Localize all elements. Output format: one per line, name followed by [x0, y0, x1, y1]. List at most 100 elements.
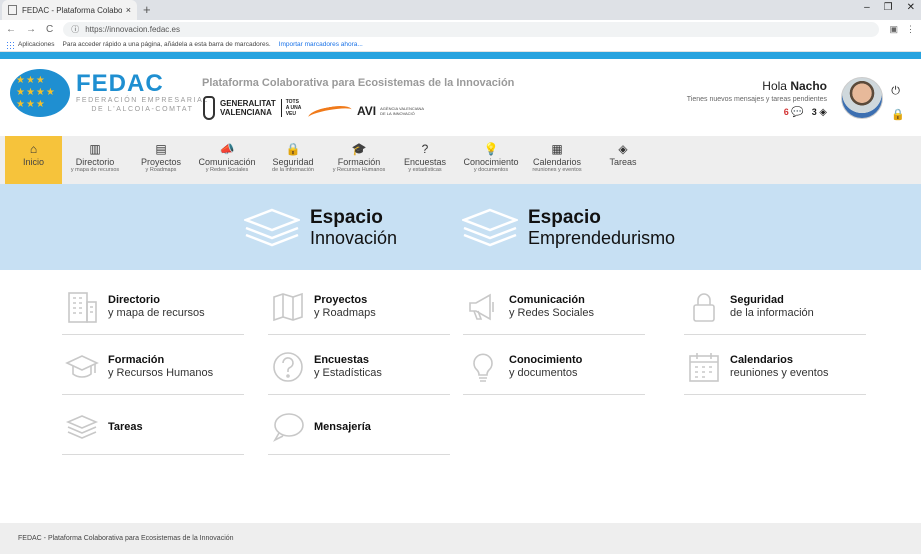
module-mensajeria[interactable]: Mensajería: [268, 400, 450, 455]
nav-item-sublabel: y Redes Sociales: [205, 167, 249, 173]
import-bookmarks-link[interactable]: Importar marcadores ahora...: [279, 41, 363, 48]
tasks-counter[interactable]: 3 ◈: [812, 107, 827, 118]
tab-close-icon[interactable]: ×: [126, 5, 131, 15]
module-conocimiento[interactable]: Conocimiento y documentos: [463, 340, 645, 395]
nav-item-seguridad[interactable]: 🔒 Seguridad de la información: [260, 136, 326, 184]
avi-swoosh-icon: [308, 99, 353, 123]
chat-bubble-icon: 💬: [791, 107, 804, 118]
module-title: Encuestas: [314, 354, 370, 366]
messages-counter[interactable]: 6 💬: [784, 107, 804, 118]
window-controls: – ❐ ✕: [864, 2, 915, 13]
nav-item-sublabel: y Roadmaps: [145, 167, 177, 173]
nav-item-encuestas[interactable]: ? Encuestas y estadísticas: [392, 136, 458, 184]
nav-item-calendarios[interactable]: ▦ Calendarios reuniones y eventos: [524, 136, 590, 184]
nav-item-sublabel: de la información: [272, 167, 314, 173]
nav-item-label: Seguridad: [272, 157, 314, 167]
espacio-innovacion-link[interactable]: Espacio Innovación: [242, 207, 398, 248]
apps-grid-icon: [6, 40, 14, 49]
new-tab-button[interactable]: +: [143, 2, 151, 17]
graduation-cap-icon: 🎓: [351, 142, 367, 156]
map-icon: [268, 287, 308, 327]
site-header: FEDAC FEDERACIÓN EMPRESARIAL DE L'ALCOIA…: [0, 59, 921, 136]
user-name: Nacho: [790, 79, 827, 93]
module-proyectos[interactable]: Proyectos y Roadmaps: [268, 280, 450, 335]
back-icon[interactable]: ←: [6, 24, 16, 35]
power-icon[interactable]: ⏻: [891, 85, 905, 98]
apps-shortcut[interactable]: Aplicaciones: [6, 40, 55, 49]
module-title: Formación: [108, 354, 165, 366]
nav-item-sublabel: y Recursos Humanos: [332, 167, 386, 173]
module-encuestas[interactable]: Encuestas y Estadísticas: [268, 340, 450, 395]
nav-item-directorio[interactable]: ▥ Directorio y mapa de recursos: [62, 136, 128, 184]
generalitat-emblem-icon: [203, 96, 215, 120]
url-field[interactable]: ⓘ https://innovacion.fedac.es: [63, 21, 880, 37]
nav-item-inicio[interactable]: ⌂ Inicio: [5, 136, 62, 184]
module-formacion[interactable]: Formación y Recursos Humanos: [62, 340, 244, 395]
module-calendarios[interactable]: Calendarios reuniones y eventos: [684, 340, 866, 395]
nav-item-label: Tareas: [609, 157, 637, 167]
calendar-icon: ▦: [551, 142, 563, 156]
menu-dots-icon[interactable]: ⋮: [906, 24, 915, 35]
nav-item-formacion[interactable]: 🎓 Formación y Recursos Humanos: [326, 136, 392, 184]
module-title: Tareas: [108, 420, 143, 433]
nav-item-conocimiento[interactable]: 💡 Conocimiento y documentos: [458, 136, 524, 184]
reload-icon[interactable]: C: [46, 24, 53, 35]
espacio-emprendedurismo-title: Espacio: [528, 207, 601, 228]
browser-tab[interactable]: FEDAC - Plataforma Colaborativ ×: [2, 0, 137, 20]
module-title: Comunicación: [509, 294, 585, 306]
module-subtitle: y mapa de recursos: [108, 307, 205, 319]
layers-icon: [62, 407, 102, 447]
espacios-banner: Espacio Innovación Espacio Emprendeduris…: [0, 184, 921, 270]
layers-icon: ◈: [819, 107, 827, 118]
calendar-icon: [684, 347, 724, 387]
nav-item-sublabel: y documentos: [473, 167, 509, 173]
espacio-emprendedurismo-link[interactable]: Espacio Emprendedurismo: [460, 207, 676, 248]
page-favicon-icon: [8, 5, 17, 15]
module-title: Mensajería: [314, 420, 371, 433]
extension-icon[interactable]: ▣: [889, 24, 898, 35]
nav-item-proyectos[interactable]: ▤ Proyectos y Roadmaps: [128, 136, 194, 184]
module-subtitle: y Roadmaps: [314, 307, 376, 319]
messages-count: 6: [783, 107, 789, 117]
module-title: Seguridad: [730, 294, 784, 306]
lightbulb-icon: [463, 347, 503, 387]
module-tareas[interactable]: Tareas: [62, 400, 244, 455]
module-title: Calendarios: [730, 354, 793, 366]
nav-item-tareas[interactable]: ◈ Tareas: [590, 136, 656, 184]
footer: FEDAC - Plataforma Colaborativa para Eco…: [0, 523, 921, 554]
map-icon: ▤: [155, 142, 167, 156]
tab-title: FEDAC - Plataforma Colaborativ: [22, 5, 122, 15]
lock-icon[interactable]: 🔒: [891, 108, 905, 121]
module-subtitle: y Estadísticas: [314, 367, 382, 379]
module-subtitle: y Redes Sociales: [509, 307, 594, 319]
extensions-area: ▣ ⋮: [889, 24, 915, 35]
fedac-logo[interactable]: FEDAC FEDERACIÓN EMPRESARIAL DE L'ALCOIA…: [10, 69, 209, 117]
nav-item-label: Proyectos: [140, 157, 182, 167]
minimize-icon[interactable]: –: [864, 2, 870, 13]
module-seguridad[interactable]: Seguridad de la información: [684, 280, 866, 335]
maximize-icon[interactable]: ❐: [884, 2, 893, 13]
footer-text: FEDAC - Plataforma Colaborativa para Eco…: [18, 535, 234, 542]
avatar[interactable]: [841, 77, 883, 119]
forward-icon[interactable]: →: [26, 24, 36, 35]
nav-item-label: Directorio: [75, 157, 115, 167]
module-title: Directorio: [108, 294, 160, 306]
logo-subtitle-2: DE L'ALCOIA-COMTAT: [91, 106, 194, 113]
module-directorio[interactable]: Directorio y mapa de recursos: [62, 280, 244, 335]
close-window-icon[interactable]: ✕: [907, 2, 915, 13]
main-nav: ⌂ Inicio ▥ Directorio y mapa de recursos ▤ Pro…: [0, 136, 921, 184]
notifications-notice: Tienes nuevos mensajes y tareas pendient…: [686, 96, 827, 103]
bookmarks-bar: Aplicaciones Para acceder rápido a una p…: [0, 38, 921, 52]
layers-icon: [242, 208, 302, 248]
building-icon: [62, 287, 102, 327]
greeting-text: Hola: [762, 79, 787, 93]
espacio-emprendedurismo-subtitle: Emprendedurismo: [528, 228, 676, 248]
espacio-innovacion-subtitle: Innovación: [310, 228, 398, 248]
module-comunicacion[interactable]: Comunicación y Redes Sociales: [463, 280, 645, 335]
espacio-innovacion-title: Espacio: [310, 207, 383, 228]
nav-item-comunicacion[interactable]: 📣 Comunicación y Redes Sociales: [194, 136, 260, 184]
nav-item-label: Comunicación: [198, 157, 256, 167]
logo-name: FEDAC: [76, 70, 164, 97]
nav-item-label: Calendarios: [532, 157, 582, 167]
layers-icon: [460, 208, 520, 248]
